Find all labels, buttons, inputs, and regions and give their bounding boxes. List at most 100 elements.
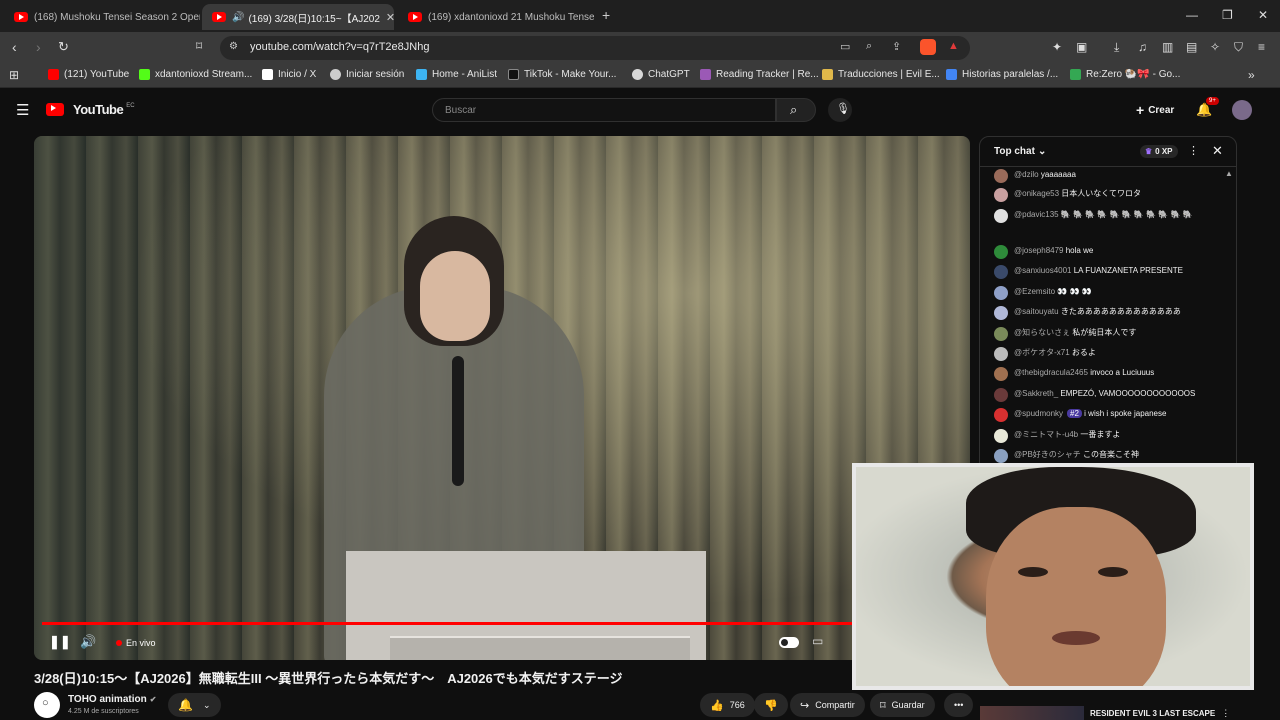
browser-tab[interactable]: (169) xdantonioxd 21 Mushoku Tensei: [398, 4, 594, 30]
chat-avatar[interactable]: [994, 429, 1008, 443]
bookmark-item[interactable]: (121) YouTube: [48, 69, 129, 80]
menu-icon[interactable]: ≡: [1258, 40, 1265, 54]
zoom-icon[interactable]: ⌕: [866, 40, 872, 53]
dislike-button[interactable]: 👎: [754, 693, 788, 717]
bookmark-item[interactable]: TikTok - Make Your...: [508, 69, 616, 80]
bookmark-item[interactable]: Inicio / X: [262, 69, 316, 80]
chat-avatar[interactable]: [994, 408, 1008, 422]
chat-author[interactable]: @sanxiuos4001: [1014, 266, 1072, 275]
chat-author[interactable]: @dzilo: [1014, 170, 1039, 179]
brave-shield-icon[interactable]: [920, 39, 936, 55]
chat-message[interactable]: @sanxiuos4001 LA FUANZANETA PRESENTE: [994, 265, 1230, 279]
downloads-icon[interactable]: ⤓: [1114, 40, 1119, 55]
chat-author[interactable]: @spudmonky: [1014, 409, 1063, 418]
chat-avatar[interactable]: [994, 388, 1008, 402]
chat-message[interactable]: @thebigdracula2465 invoco a Luciuuus: [994, 367, 1230, 381]
reload-icon[interactable]: ↻: [58, 39, 69, 55]
more-actions-button[interactable]: •••: [944, 693, 974, 717]
chat-avatar[interactable]: [994, 265, 1008, 279]
avatar[interactable]: [1232, 100, 1252, 120]
chat-author[interactable]: @pdavic135: [1014, 210, 1059, 219]
chat-author[interactable]: @PB好きのシャチ: [1014, 450, 1081, 459]
bookmark-item[interactable]: Reading Tracker | Re...: [700, 69, 819, 80]
voice-search-button[interactable]: 🎙: [828, 98, 852, 122]
video-player[interactable]: ❚❚ 🔊 En vivo ▭: [34, 136, 970, 660]
save-button[interactable]: ⌑ Guardar: [870, 693, 935, 717]
chat-message[interactable]: @saitouyatu きたあああああああああああああ: [994, 306, 1230, 320]
bookmark-item[interactable]: Traducciones | Evil E...: [822, 69, 940, 80]
close-tab-icon[interactable]: ✕: [380, 11, 394, 24]
leo-ai-icon[interactable]: ✧: [1210, 40, 1220, 54]
chat-author[interactable]: @onikage53: [1014, 189, 1059, 198]
chat-author[interactable]: @saitouyatu: [1014, 307, 1059, 316]
browser-tab-active[interactable]: 🔊 (169) 3/28(日)10:15~【AJ202 ✕: [202, 4, 394, 30]
chat-avatar[interactable]: [994, 169, 1008, 183]
share-page-icon[interactable]: ⇪: [892, 40, 901, 53]
autoplay-toggle[interactable]: [779, 637, 799, 648]
chat-avatar[interactable]: [994, 367, 1008, 381]
more-bookmarks-icon[interactable]: »: [1248, 68, 1255, 82]
chat-avatar[interactable]: [994, 286, 1008, 300]
minimize-icon[interactable]: —: [1186, 8, 1198, 22]
chat-message[interactable]: @dzilo yaaaaaaa: [994, 169, 1230, 183]
rewards-icon[interactable]: ▲: [948, 40, 959, 52]
new-tab-plus-icon[interactable]: +: [602, 7, 610, 23]
share-button[interactable]: ↪ Compartir: [790, 693, 865, 717]
bookmark-icon[interactable]: ⌑: [196, 39, 202, 53]
bookmark-item[interactable]: xdantonioxd Stream...: [139, 69, 252, 80]
chat-author[interactable]: @thebigdracula2465: [1014, 368, 1088, 377]
close-window-icon[interactable]: ✕: [1258, 8, 1268, 22]
live-indicator[interactable]: En vivo: [116, 638, 156, 648]
chat-avatar[interactable]: [994, 209, 1008, 223]
chat-author[interactable]: @ボケオタ-x71: [1014, 348, 1070, 357]
close-chat-icon[interactable]: ✕: [1212, 143, 1223, 159]
youtube-logo[interactable]: YouTube EC: [46, 102, 135, 117]
chat-message[interactable]: @pdavic135 🐘 🐘 🐘 🐘 🐘 🐘 🐘 🐘 🐘 🐘 🐘: [994, 209, 1230, 223]
pause-icon[interactable]: ❚❚: [49, 634, 71, 650]
bookmark-item[interactable]: Home - AniList: [416, 69, 497, 80]
media-icon[interactable]: ♫: [1138, 40, 1147, 54]
channel-name[interactable]: TOHO animation ✔: [68, 694, 156, 705]
bookmark-item[interactable]: Historias paralelas /...: [946, 69, 1058, 80]
recommended-video[interactable]: RESIDENT EVIL 3 LAST ESCAPE ⋮: [980, 706, 1280, 720]
hamburger-menu-icon[interactable]: ☰: [16, 101, 29, 119]
scroll-up-icon[interactable]: ▲: [1225, 169, 1233, 178]
more-options-icon[interactable]: ⋮: [1188, 144, 1199, 157]
volume-icon[interactable]: 🔊: [80, 634, 96, 650]
url-text[interactable]: youtube.com/watch?v=q7rT2e8JNhg: [250, 41, 429, 53]
screenshot-icon[interactable]: ▣: [1076, 40, 1087, 54]
chat-author[interactable]: @ミニトマト-u4b: [1014, 430, 1078, 439]
chat-message[interactable]: @ボケオタ-x71 おるよ: [994, 347, 1230, 361]
channel-avatar[interactable]: ○: [34, 692, 60, 718]
chat-author[interactable]: @Ezemsito: [1014, 287, 1055, 296]
chat-message[interactable]: @onikage53 日本人いなくてワロタ: [994, 188, 1230, 202]
maximize-icon[interactable]: ❐: [1222, 8, 1233, 22]
more-options-icon[interactable]: ⋮: [1221, 708, 1230, 719]
progress-track[interactable]: [42, 622, 962, 625]
address-bar[interactable]: ⚙ youtube.com/watch?v=q7rT2e8JNhg ▭ ⌕ ⇪ …: [220, 36, 970, 60]
chat-avatar[interactable]: [994, 327, 1008, 341]
chat-message[interactable]: @spudmonky #2 i wish i spoke japanese: [994, 408, 1230, 422]
chat-message[interactable]: @ミニトマト-u4b 一番ますよ: [994, 429, 1230, 443]
forward-icon[interactable]: ›: [36, 39, 41, 55]
bookmark-item[interactable]: ChatGPT: [632, 69, 690, 80]
apps-grid-icon[interactable]: ⊞: [9, 68, 19, 82]
chat-message[interactable]: @Ezemsito 👀 👀 👀: [994, 286, 1230, 300]
chat-author[interactable]: @joseph8479: [1014, 246, 1064, 255]
chat-author[interactable]: @知らないさぇ: [1014, 328, 1070, 337]
chat-message[interactable]: @知らないさぇ 私が純日本人です: [994, 327, 1230, 341]
subscribed-button[interactable]: 🔔 ⌄: [168, 693, 221, 717]
bookmark-item[interactable]: Re:Zero 🐏🎀 - Go...: [1070, 69, 1180, 80]
chat-avatar[interactable]: [994, 245, 1008, 259]
chat-message[interactable]: @PB好きのシャチ この音楽こそ神: [994, 449, 1230, 463]
chat-message[interactable]: @Sakkreth_ EMPEZÓ, VAMOOOOOOOOOOOOS: [994, 388, 1230, 402]
xp-badge[interactable]: ♛ 0 XP: [1140, 145, 1178, 158]
search-input[interactable]: Buscar: [432, 98, 776, 122]
extensions-icon[interactable]: ✦: [1052, 40, 1062, 54]
chat-avatar[interactable]: [994, 449, 1008, 463]
chat-avatar[interactable]: [994, 306, 1008, 320]
site-info-icon[interactable]: ⚙: [229, 41, 238, 52]
create-button[interactable]: + Crear: [1136, 102, 1174, 118]
subtitles-icon[interactable]: ▭: [812, 634, 823, 648]
notifications-button[interactable]: 🔔 9+: [1196, 97, 1219, 119]
